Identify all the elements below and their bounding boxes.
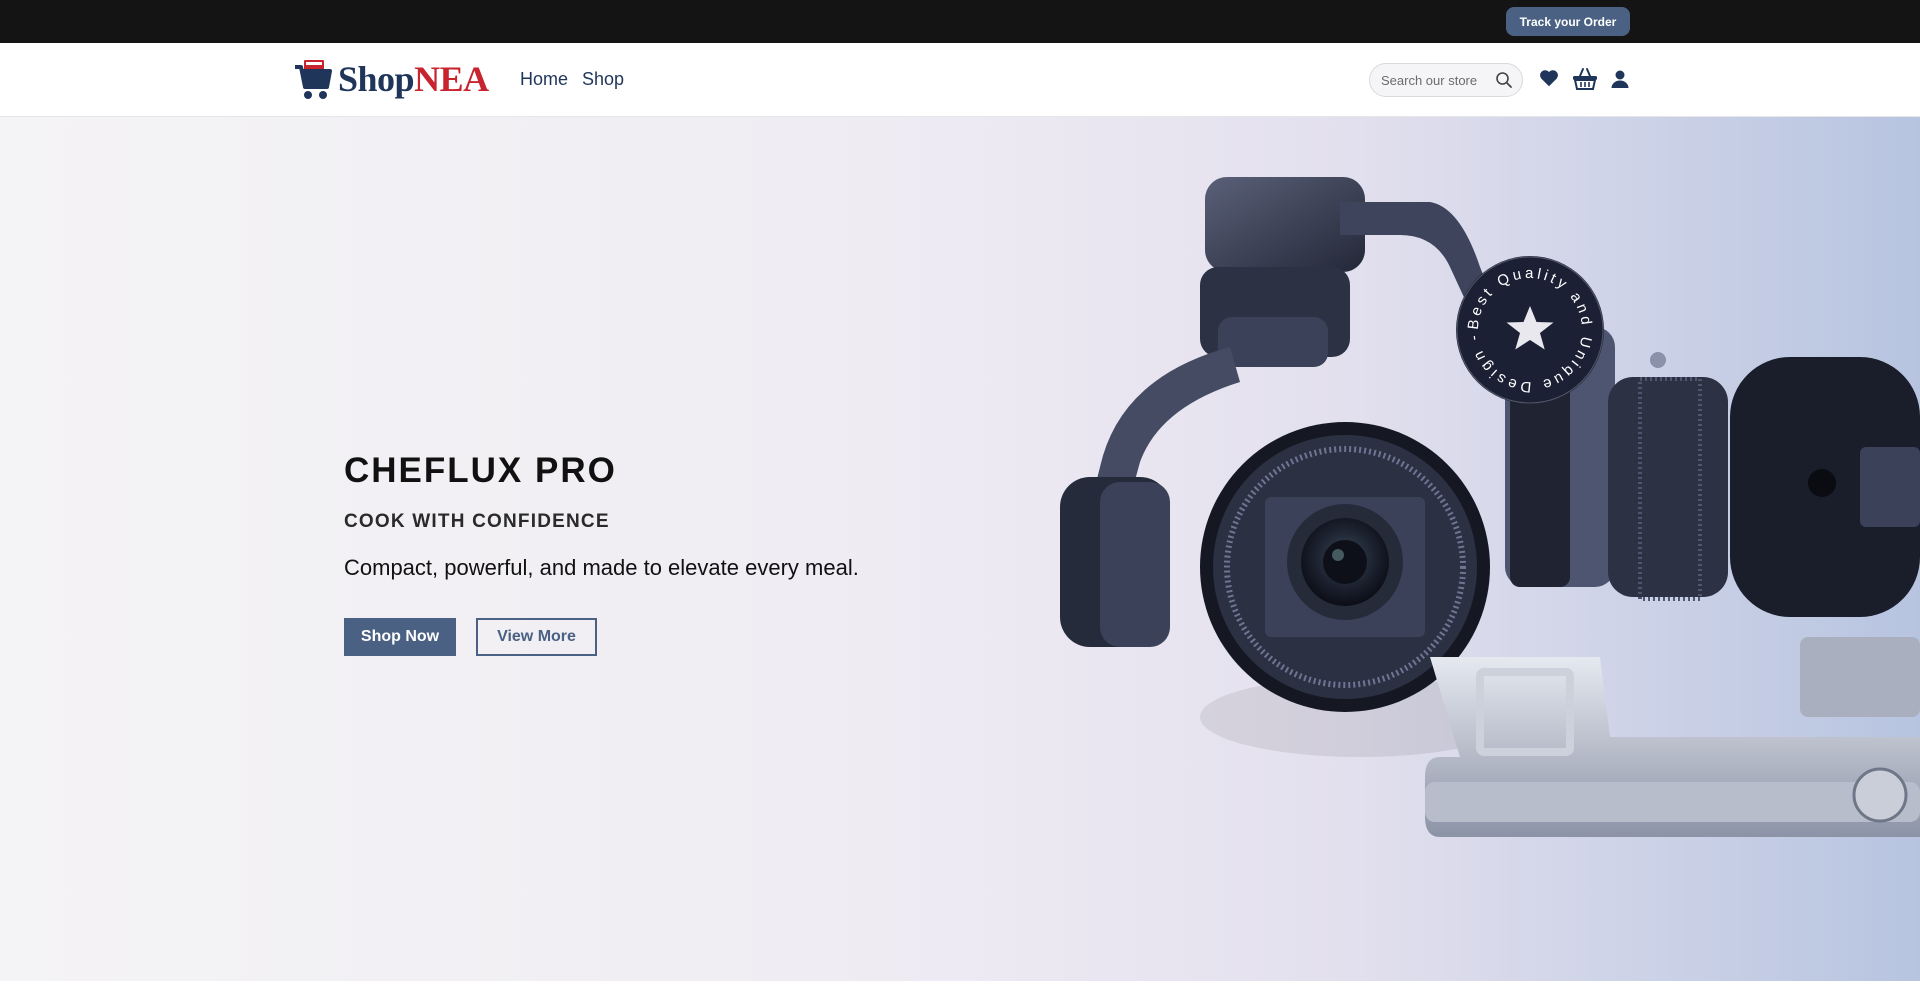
shop-now-button[interactable]: Shop Now bbox=[344, 618, 456, 656]
basket-icon[interactable] bbox=[1572, 67, 1598, 91]
search-input[interactable] bbox=[1381, 72, 1493, 88]
cart-logo-icon bbox=[295, 60, 332, 99]
user-icon[interactable] bbox=[1610, 69, 1630, 89]
hero-banner: CHEFLUX PRO COOK WITH CONFIDENCE Compact… bbox=[0, 117, 1920, 981]
nav-home[interactable]: Home bbox=[520, 69, 568, 90]
search-icon[interactable] bbox=[1495, 71, 1513, 89]
search-box bbox=[1369, 63, 1523, 97]
view-more-button[interactable]: View More bbox=[476, 618, 597, 656]
site-header: ShopNEA Home Shop bbox=[0, 43, 1920, 117]
logo-text: ShopNEA bbox=[338, 61, 489, 97]
quality-badge: Best Quality and Unique Design - bbox=[1456, 256, 1604, 404]
hero-subtitle: COOK WITH CONFIDENCE bbox=[344, 511, 610, 532]
main-nav: Home Shop bbox=[520, 69, 624, 90]
track-order-button[interactable]: Track your Order bbox=[1506, 7, 1630, 36]
gimbal-camera-image: Best Quality and Unique Design - bbox=[1060, 177, 1920, 837]
logo-text-nea: NEA bbox=[414, 59, 489, 99]
top-bar: Track your Order bbox=[0, 0, 1920, 43]
hero-description: Compact, powerful, and made to elevate e… bbox=[344, 555, 859, 580]
heart-icon[interactable] bbox=[1538, 67, 1560, 89]
nav-shop[interactable]: Shop bbox=[582, 69, 624, 90]
logo-text-shop: Shop bbox=[338, 59, 415, 99]
hero-title: CHEFLUX PRO bbox=[344, 451, 617, 490]
logo[interactable]: ShopNEA bbox=[294, 57, 489, 101]
page-bottom-strip bbox=[0, 981, 1920, 993]
